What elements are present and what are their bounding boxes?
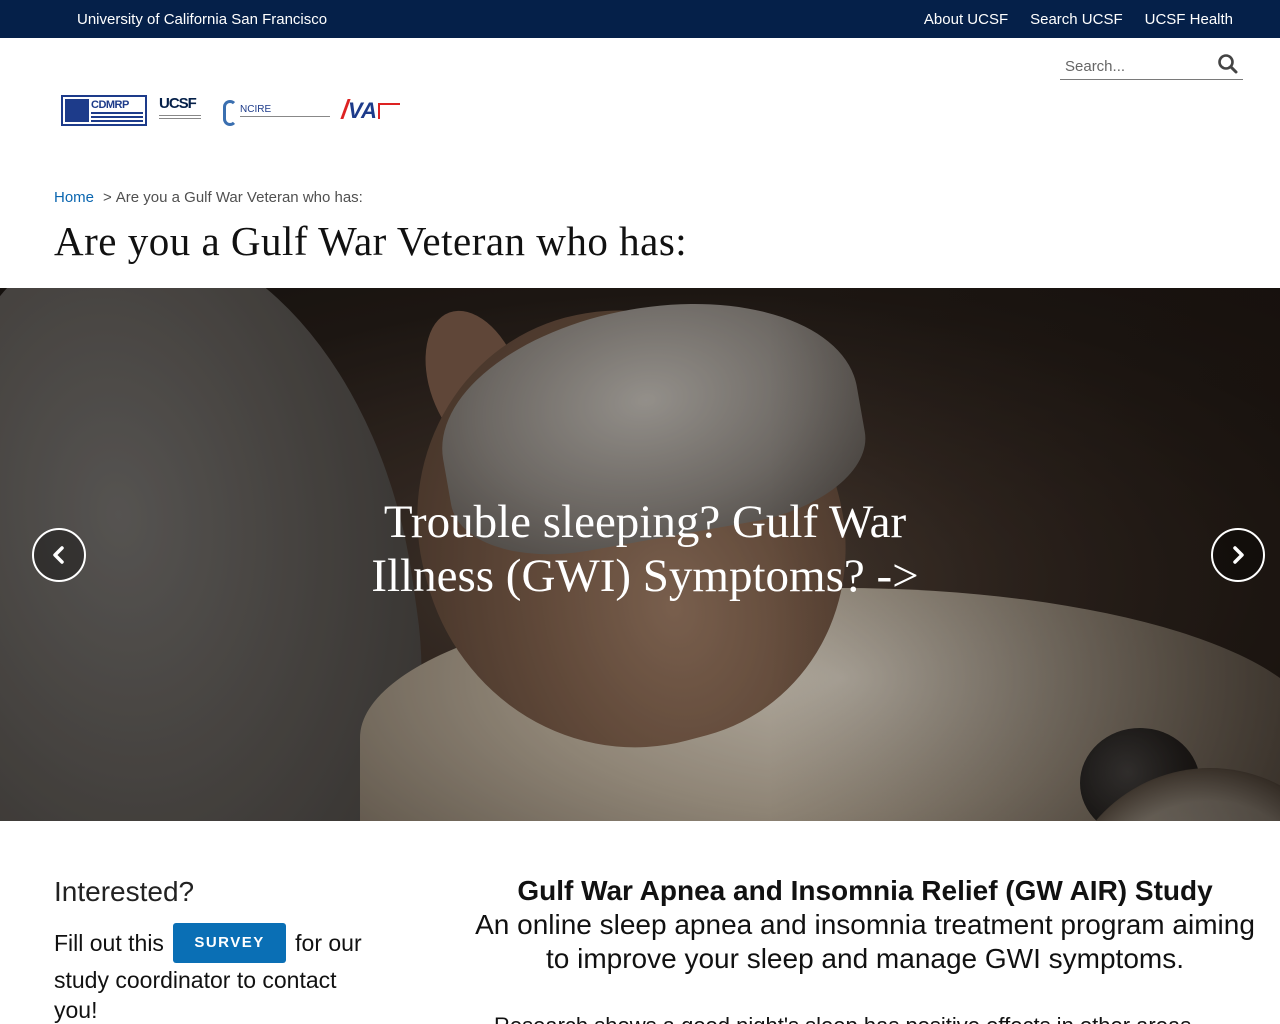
cdmrp-logo[interactable]: CDMRP — [61, 95, 147, 126]
interested-heading: Interested? — [54, 876, 195, 907]
ucsf-logo[interactable]: UCSF — [159, 95, 207, 126]
search-input[interactable] — [1060, 54, 1210, 78]
search-ucsf-link[interactable]: Search UCSF — [1030, 11, 1123, 28]
survey-prompt: Fill out this SURVEY for our study coord… — [54, 923, 374, 1024]
study-section: Gulf War Apnea and Insomnia Relief (GW A… — [470, 874, 1260, 1024]
survey-button[interactable]: SURVEY — [173, 923, 286, 963]
ucsf-health-link[interactable]: UCSF Health — [1145, 11, 1233, 28]
university-link[interactable]: University of California San Francisco — [77, 11, 327, 28]
va-logo[interactable]: VA — [340, 95, 402, 127]
chevron-right-icon — [1233, 546, 1244, 564]
carousel-next-button[interactable] — [1211, 528, 1265, 582]
carousel-prev-button[interactable] — [32, 528, 86, 582]
top-links: About UCSF Search UCSF UCSF Health — [924, 11, 1233, 28]
chevron-left-icon — [53, 546, 64, 564]
hero-caption[interactable]: Trouble sleeping? Gulf War Illness (GWI)… — [320, 495, 970, 603]
survey-text-before: Fill out this — [54, 930, 164, 957]
search-box — [1060, 52, 1243, 80]
breadcrumb-separator: > — [103, 189, 112, 206]
top-bar: University of California San Francisco A… — [0, 0, 1280, 38]
study-description: An online sleep apnea and insomnia treat… — [475, 909, 1255, 974]
breadcrumb-current: Are you a Gulf War Veteran who has: — [115, 189, 363, 206]
ncire-logo[interactable]: NCIRE — [223, 95, 333, 127]
search-icon[interactable] — [1217, 53, 1243, 79]
study-research-text: Research shows a good night's sleep has … — [470, 1012, 1260, 1024]
hero-carousel: Trouble sleeping? Gulf War Illness (GWI)… — [0, 288, 1280, 821]
breadcrumb: Home > Are you a Gulf War Veteran who has: — [54, 189, 363, 206]
study-title: Gulf War Apnea and Insomnia Relief (GW A… — [517, 875, 1213, 906]
page-title: Are you a Gulf War Veteran who has: — [54, 218, 688, 264]
breadcrumb-home-link[interactable]: Home — [54, 189, 94, 206]
about-ucsf-link[interactable]: About UCSF — [924, 11, 1008, 28]
